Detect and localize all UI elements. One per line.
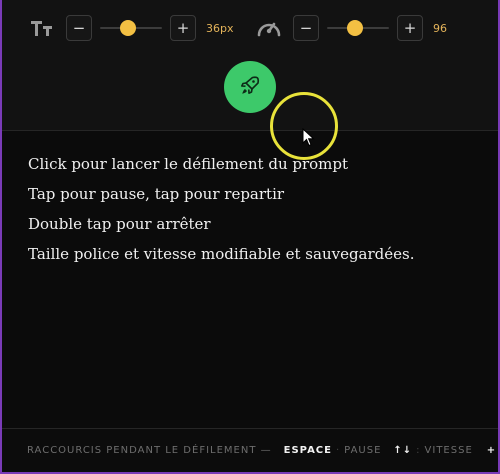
font-size-control: − + 36px — [28, 13, 234, 43]
shortcuts-label: RACCOURCIS PENDANT LE DÉFILEMENT — — [27, 445, 272, 456]
prompt-line: Taille police et vitesse modifiable et s… — [28, 245, 415, 263]
prompt-text-area[interactable]: Click pour lancer le défilement du promp… — [28, 155, 468, 275]
text-size-icon — [28, 14, 56, 42]
speed-decrease-button[interactable]: − — [293, 15, 319, 41]
shortcuts-footer: RACCOURCIS PENDANT LE DÉFILEMENT — ESPAC… — [2, 428, 498, 472]
font-size-increase-button[interactable]: + — [170, 15, 196, 41]
prompt-line: Double tap pour arrêter — [28, 215, 211, 233]
arrows-action: VITESSE — [424, 445, 473, 456]
mouse-pointer-icon — [302, 127, 316, 152]
launch-button[interactable] — [224, 61, 276, 113]
teleprompter-window: − + 36px − + 96 Click pour lancer le déf… — [2, 0, 498, 472]
divider: : — [416, 445, 421, 456]
space-key: ESPACE — [283, 445, 332, 456]
toolbar: − + 36px − + 96 — [2, 0, 498, 131]
speed-slider[interactable] — [327, 18, 389, 38]
arrow-keys: ↑↓ — [393, 445, 413, 456]
font-size-slider[interactable] — [100, 18, 162, 38]
rocket-icon — [240, 75, 260, 99]
prompt-line: Click pour lancer le défilement du promp… — [28, 155, 349, 173]
prompt-line: Tap pour pause, tap pour repartir — [28, 185, 285, 203]
font-size-value: 36px — [206, 21, 234, 35]
slider-thumb[interactable] — [119, 20, 136, 36]
font-size-decrease-button[interactable]: − — [66, 15, 92, 41]
plus-key: + — [486, 445, 497, 456]
speed-value: 96 — [433, 21, 447, 35]
space-action: PAUSE — [344, 445, 382, 456]
slider-thumb[interactable] — [346, 20, 363, 36]
speed-control: − + 96 — [255, 13, 447, 43]
speedometer-icon — [255, 14, 283, 42]
speed-increase-button[interactable]: + — [397, 15, 423, 41]
divider: · — [335, 445, 341, 456]
